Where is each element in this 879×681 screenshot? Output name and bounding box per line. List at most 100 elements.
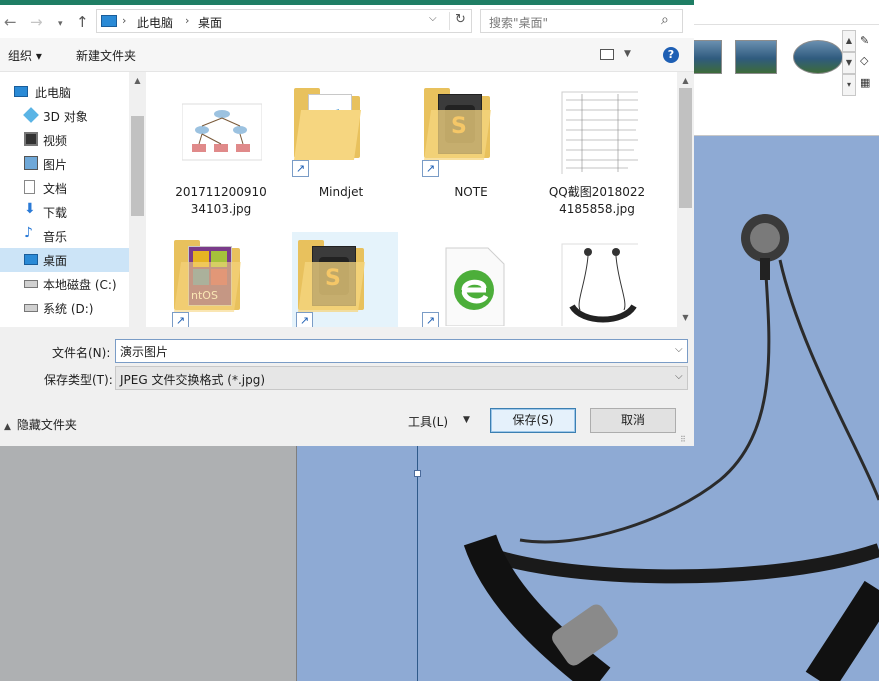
- filetype-select[interactable]: JPEG 文件交换格式 (*.jpg): [115, 366, 688, 390]
- ribbon-scroll-down-icon[interactable]: ▼: [842, 52, 856, 74]
- computer-icon: [14, 86, 28, 97]
- browser-icon: [445, 247, 505, 326]
- layout-icon[interactable]: ▦: [860, 76, 876, 90]
- document-icon: [24, 180, 35, 194]
- search-icon[interactable]: ⌕: [661, 12, 669, 28]
- tools-button[interactable]: 工具(L): [408, 413, 448, 430]
- hide-folders-label: 隐藏文件夹: [16, 418, 77, 432]
- organize-button[interactable]: 组织 ▾: [8, 47, 42, 64]
- folder-icon: S: [298, 240, 366, 312]
- new-folder-button[interactable]: 新建文件夹: [76, 47, 136, 64]
- filename-input[interactable]: 演示图片: [115, 339, 688, 363]
- hide-folders-toggle[interactable]: ▲ 隐藏文件夹: [4, 416, 77, 433]
- diagram-thumbnail: [182, 103, 262, 161]
- breadcrumb-chevron-icon[interactable]: ›: [122, 14, 126, 27]
- file-item[interactable]: ntOS ↗: [168, 232, 274, 327]
- filename-dropdown-chevron-icon[interactable]: ⌵: [675, 344, 683, 355]
- filename-label: 文件名(N):: [52, 346, 111, 360]
- file-item[interactable]: 20171120091034103.jpg: [168, 80, 274, 230]
- file-name: NOTE: [454, 185, 488, 199]
- view-mode-icon[interactable]: [600, 49, 614, 60]
- file-list-scrollbar-thumb[interactable]: [679, 88, 692, 208]
- up-arrow-icon[interactable]: ↑: [76, 13, 89, 31]
- sidebar-item-documents[interactable]: 文档: [0, 176, 129, 200]
- sidebar-item-downloads[interactable]: ⬇ 下载: [0, 200, 129, 224]
- file-item[interactable]: [544, 232, 650, 327]
- file-item[interactable]: ↗ Mindjet: [288, 80, 394, 230]
- scroll-down-arrow-icon[interactable]: ▼: [679, 313, 692, 322]
- eraser-icon[interactable]: ◇: [860, 54, 876, 68]
- ribbon-scroll-up-icon[interactable]: ▲: [842, 30, 856, 52]
- file-item[interactable]: S ↗ NOTE: [418, 80, 524, 230]
- shortcut-arrow-icon: ↗: [172, 312, 189, 327]
- address-bar[interactable]: › 此电脑 › 桌面 ⌵ ↻: [96, 9, 472, 33]
- headphones-thumbnail: [561, 243, 638, 326]
- view-dropdown-chevron-icon[interactable]: ▼: [624, 49, 631, 59]
- sidebar-item-3d-objects[interactable]: 3D 对象: [0, 104, 129, 128]
- sidebar-item-drive-c[interactable]: 本地磁盘 (C:): [0, 272, 129, 296]
- forward-arrow-icon[interactable]: →: [30, 13, 43, 31]
- sidebar-item-desktop[interactable]: 桌面: [0, 248, 129, 272]
- picture-style-thumbnail[interactable]: [735, 40, 777, 74]
- ribbon-top-strip: [690, 0, 879, 25]
- file-item[interactable]: S ↗: [292, 232, 398, 327]
- computer-icon: [101, 15, 117, 27]
- back-arrow-icon[interactable]: ←: [4, 13, 17, 31]
- chevron-up-icon: ▲: [4, 422, 11, 432]
- dialog-toolbar: 组织 ▾ 新建文件夹 ▼ ?: [0, 38, 694, 72]
- file-name: Mindjet: [318, 185, 364, 199]
- sidebar-item-label: 3D 对象: [43, 110, 88, 124]
- breadcrumb-chevron-icon[interactable]: ›: [185, 14, 189, 27]
- sidebar-item-label: 文档: [43, 182, 68, 196]
- file-name: QQ截图20180224185858.jpg: [548, 185, 646, 216]
- drive-icon: [24, 280, 38, 288]
- filetype-label: 保存类型(T):: [44, 373, 113, 387]
- pencil-icon[interactable]: ✎: [860, 34, 876, 48]
- sidebar-item-pictures[interactable]: 图片: [0, 152, 129, 176]
- recent-locations-chevron-icon[interactable]: ▾: [58, 15, 63, 33]
- help-icon[interactable]: ?: [663, 47, 679, 63]
- selection-handle[interactable]: [414, 470, 421, 477]
- music-icon: ♪: [24, 225, 33, 241]
- cube-icon: [23, 107, 39, 123]
- scroll-up-arrow-icon[interactable]: ▲: [131, 76, 144, 85]
- search-box[interactable]: 搜索"桌面" ⌕: [480, 9, 683, 33]
- save-button[interactable]: 保存(S): [490, 408, 576, 433]
- folder-icon: S: [424, 88, 492, 160]
- filetype-dropdown-chevron-icon[interactable]: ⌵: [675, 371, 683, 382]
- desktop-icon: [24, 254, 38, 265]
- sidebar-item-label: 系统 (D:): [43, 302, 94, 316]
- sidebar-item-label: 下载: [43, 206, 68, 220]
- file-item[interactable]: ↗: [418, 232, 524, 327]
- navigation-scrollbar-thumb[interactable]: [131, 116, 144, 216]
- sidebar-item-drive-d[interactable]: 系统 (D:): [0, 296, 129, 320]
- save-form: 文件名(N): 演示图片 ⌵ 保存类型(T): JPEG 文件交换格式 (*.j…: [0, 327, 694, 446]
- sidebar-item-label: 视频: [43, 134, 68, 148]
- shortcut-arrow-icon: ↗: [422, 160, 439, 177]
- search-input[interactable]: 搜索"桌面": [489, 14, 548, 31]
- video-icon: [24, 132, 38, 146]
- folder-icon: ntOS: [174, 240, 242, 312]
- navigation-pane: 此电脑 3D 对象 视频 图片 文档 ⬇ 下载 ♪ 音乐 桌面 本地磁盘 (C:…: [0, 72, 146, 327]
- file-list: 20171120091034103.jpg ↗ Mindjet S ↗ NOTE: [146, 72, 694, 327]
- breadcrumb-this-pc[interactable]: 此电脑: [137, 14, 173, 31]
- sidebar-item-label: 本地磁盘 (C:): [43, 278, 117, 292]
- breadcrumb-desktop[interactable]: 桌面: [198, 14, 222, 31]
- sidebar-item-label: 桌面: [43, 254, 68, 268]
- picture-style-thumbnail[interactable]: [793, 40, 843, 74]
- sidebar-item-this-pc[interactable]: 此电脑: [0, 80, 129, 104]
- sidebar-item-videos[interactable]: 视频: [0, 128, 129, 152]
- resize-grip-icon[interactable]: ⠿: [680, 435, 686, 444]
- ribbon-more-icon[interactable]: ▾: [842, 74, 856, 96]
- file-item[interactable]: QQ截图20180224185858.jpg: [544, 80, 650, 230]
- scroll-up-arrow-icon[interactable]: ▲: [679, 76, 692, 85]
- sidebar-item-label: 此电脑: [35, 86, 72, 100]
- address-dropdown-chevron-icon[interactable]: ⌵: [429, 13, 437, 24]
- navigation-bar: ← → ▾ ↑ › 此电脑 › 桌面 ⌵ ↻ 搜索"桌面" ⌕: [0, 5, 694, 38]
- tools-dropdown-chevron-icon[interactable]: ▼: [463, 415, 470, 425]
- sidebar-item-music[interactable]: ♪ 音乐: [0, 224, 129, 248]
- sidebar-item-label: 图片: [43, 158, 68, 172]
- save-as-dialog: ← → ▾ ↑ › 此电脑 › 桌面 ⌵ ↻ 搜索"桌面" ⌕ 组织 ▾ 新建文…: [0, 0, 694, 446]
- cancel-button[interactable]: 取消: [590, 408, 676, 433]
- refresh-icon[interactable]: ↻: [449, 12, 471, 30]
